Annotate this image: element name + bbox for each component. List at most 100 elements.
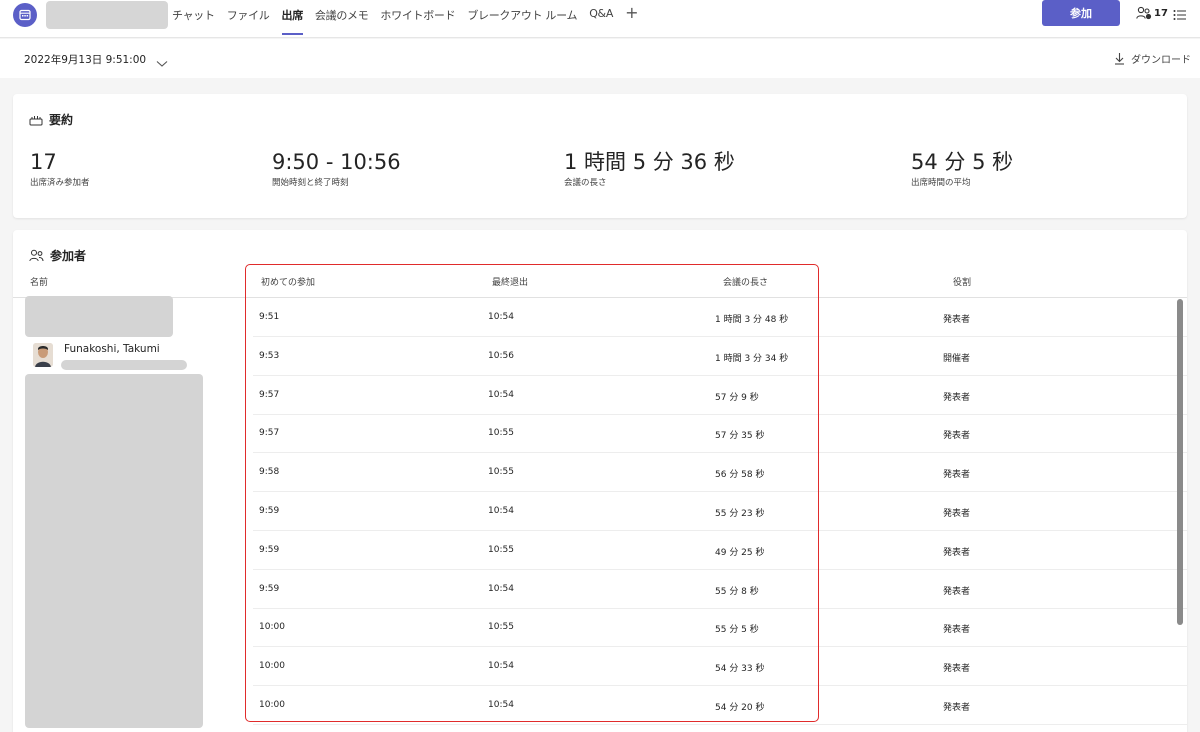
people-icon [1136,6,1152,20]
add-tab-plus-icon[interactable]: + [625,0,638,22]
duration-cell: 54 分 20 秒 [715,703,765,713]
duration-cell: 56 分 58 秒 [715,470,765,481]
table-row[interactable]: 10:00 10:55 55 分 5 秒 発表者 [253,608,1187,648]
participant-email-redacted [61,360,187,370]
download-icon [1115,53,1124,65]
role-cell: 発表者 [943,315,971,325]
first-join-cell: 9:57 [259,389,280,400]
column-header-name[interactable]: 名前 [30,275,48,288]
first-join-cell: 10:00 [259,622,285,633]
tab-files[interactable]: ファイル [227,0,270,38]
top-bar: チャット ファイル 出席 会議のメモ ホワイトボード ブレークアウト ルーム Q… [0,0,1200,38]
first-join-cell: 10:00 [259,661,285,672]
table-row[interactable]: 9:51 10:54 1 時間 3 分 48 秒 発表者 [253,298,1187,337]
tab-meeting-notes[interactable]: 会議のメモ [315,0,369,38]
first-join-cell: 9:59 [259,506,280,516]
role-cell: 発表者 [943,392,971,403]
participant-name-redacted [25,296,173,337]
table-row[interactable]: 9:59 10:55 49 分 25 秒 発表者 [253,531,1187,570]
column-header-last-leave[interactable]: 最終退出 [492,275,528,288]
calendar-app-icon[interactable] [13,3,37,27]
duration-cell: 57 分 35 秒 [715,431,765,442]
column-header-role[interactable]: 役割 [953,275,971,288]
duration-cell: 1 時間 3 分 48 秒 [715,315,789,325]
summary-icon [29,115,43,125]
duration-cell: 54 分 33 秒 [715,664,765,675]
last-leave-cell: 10:55 [488,428,514,439]
role-cell: 発表者 [943,625,971,636]
first-join-cell: 10:00 [259,700,285,710]
last-leave-cell: 10:55 [488,622,514,633]
table-row[interactable]: 10:00 10:54 54 分 20 秒 発表者 [253,686,1187,725]
column-header-duration[interactable]: 会議の長さ [723,275,768,288]
stat-value: 54 分 5 秒 [911,150,1014,174]
people-icon [29,249,44,262]
role-cell: 発表者 [943,703,971,713]
role-cell: 発表者 [943,547,971,558]
last-leave-cell: 10:55 [488,544,514,555]
chevron-down-icon[interactable] [156,53,168,72]
table-row[interactable]: 9:57 10:54 57 分 9 秒 発表者 [253,376,1187,415]
tab-attendance[interactable]: 出席 [281,0,304,38]
table-row[interactable]: 9:53 10:56 1 時間 3 分 34 秒 開催者 [253,337,1187,376]
last-leave-cell: 10:54 [488,506,514,516]
duration-cell: 55 分 5 秒 [715,625,759,636]
date-row: 2022年9月13日 9:51:00 ダウンロード [0,39,1200,78]
meeting-title-redacted [46,1,168,29]
duration-cell: 57 分 9 秒 [715,392,759,403]
last-leave-cell: 10:54 [488,583,514,594]
first-join-cell: 9:59 [259,544,280,555]
role-cell: 発表者 [943,431,971,442]
role-cell: 発表者 [943,586,971,597]
participant-name[interactable]: Funakoshi, Takumi [64,343,160,355]
stat-value: 1 時間 5 分 36 秒 [564,150,735,174]
first-join-cell: 9:51 [259,312,280,322]
participant-count: 17 [1154,7,1168,19]
table-row[interactable]: 10:00 10:54 54 分 33 秒 発表者 [253,647,1187,687]
tab-breakout-rooms[interactable]: ブレークアウト ルーム [467,0,577,38]
role-cell: 開催者 [943,353,971,364]
column-header-first-join[interactable]: 初めての参加 [261,275,315,288]
first-join-cell: 9:59 [259,583,280,594]
participants-title: 参加者 [50,249,87,263]
table-row[interactable]: 9:57 10:55 57 分 35 秒 発表者 [253,414,1187,454]
stat-value: 9:50 - 10:56 [272,150,401,174]
tab-bar: チャット ファイル 出席 会議のメモ ホワイトボード ブレークアウト ルーム Q… [172,0,638,38]
meeting-date-select[interactable]: 2022年9月13日 9:51:00 [24,52,146,67]
duration-cell: 1 時間 3 分 34 秒 [715,353,789,364]
summary-title: 要約 [49,113,74,127]
download-button[interactable]: ダウンロード [1114,51,1191,66]
table-row[interactable]: 9:58 10:55 56 分 58 秒 発表者 [253,453,1187,493]
participant-names-redacted [25,374,203,728]
last-leave-cell: 10:56 [488,350,514,361]
tab-qa[interactable]: Q&A [589,0,613,38]
stat-meeting-length: 1 時間 5 分 36 秒 会議の長さ [564,150,735,188]
last-leave-cell: 10:55 [488,467,514,478]
stat-label: 出席時間の平均 [911,178,971,188]
list-icon[interactable] [1173,6,1187,25]
duration-cell: 49 分 25 秒 [715,547,765,558]
summary-card: 要約 17 出席済み参加者 9:50 - 10:56 開始時刻と終了時刻 1 時… [13,94,1187,218]
vertical-scrollbar[interactable] [1177,299,1183,625]
tab-whiteboard[interactable]: ホワイトボード [380,0,455,38]
participants-header: 参加者 [29,247,86,264]
stat-value: 17 [30,150,57,174]
avatar[interactable] [33,343,53,367]
role-cell: 発表者 [943,509,971,519]
first-join-cell: 9:58 [259,467,280,478]
participants-button[interactable]: 17 [1136,6,1168,20]
duration-cell: 55 分 23 秒 [715,509,765,519]
table-row[interactable]: 9:59 10:54 55 分 23 秒 発表者 [253,492,1187,531]
role-cell: 発表者 [943,664,971,675]
join-button[interactable]: 参加 [1042,0,1120,26]
stat-attendees: 17 出席済み参加者 [30,150,90,188]
tab-chat[interactable]: チャット [172,0,215,38]
table-row[interactable]: 9:59 10:54 55 分 8 秒 発表者 [253,570,1187,609]
download-label: ダウンロード [1131,55,1191,66]
summary-header: 要約 [29,111,73,128]
last-leave-cell: 10:54 [488,312,514,322]
last-leave-cell: 10:54 [488,389,514,400]
duration-cell: 55 分 8 秒 [715,586,759,597]
stat-label: 開始時刻と終了時刻 [272,178,349,188]
last-leave-cell: 10:54 [488,661,514,672]
